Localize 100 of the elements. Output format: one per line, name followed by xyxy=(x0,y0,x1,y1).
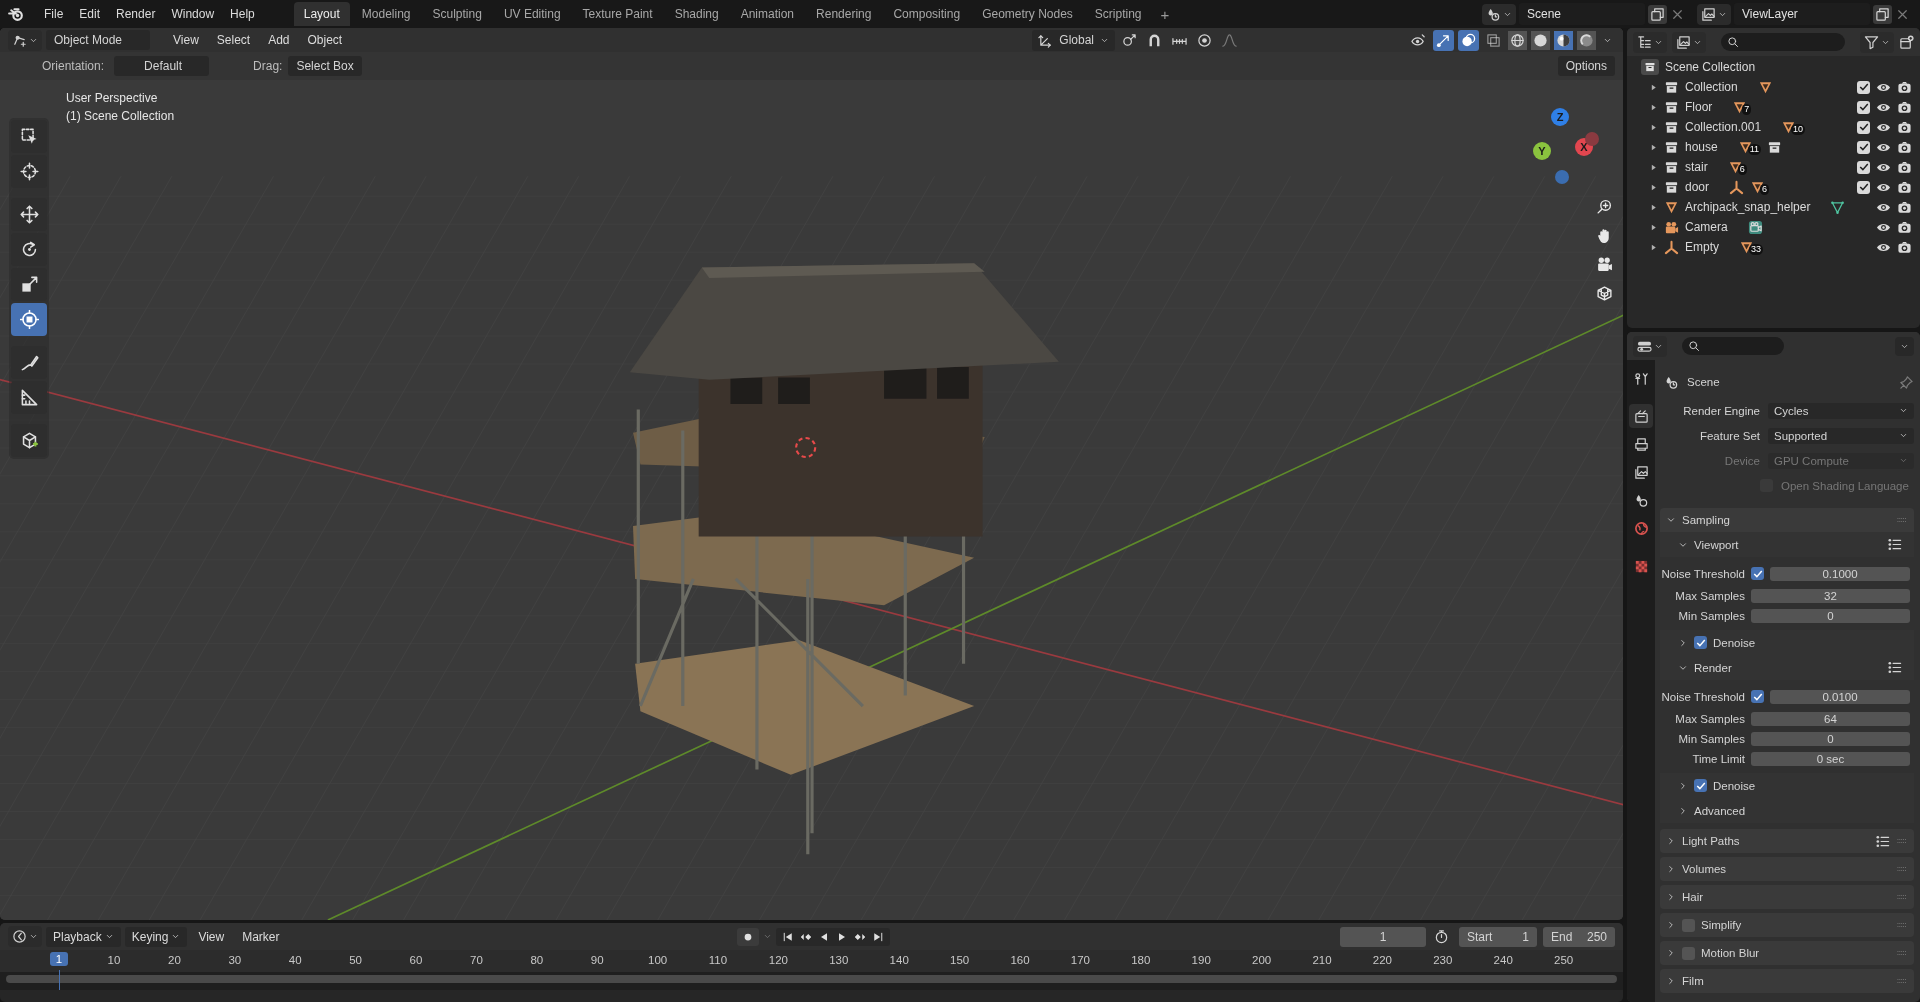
workspace-tab[interactable]: UV Editing xyxy=(493,2,571,26)
menu-item[interactable]: Render xyxy=(109,4,163,24)
triangle-icon[interactable] xyxy=(1757,79,1773,95)
view-layer-field[interactable]: ViewLayer xyxy=(1734,3,1870,25)
checkbox[interactable] xyxy=(1857,80,1870,94)
copy-icon[interactable] xyxy=(1648,4,1667,24)
overlay-toggle-icon[interactable] xyxy=(1458,29,1479,51)
mode-dropdown[interactable]: Object Mode xyxy=(46,30,150,50)
dropdown[interactable]: Cycles xyxy=(1768,402,1914,419)
render-camera-icon[interactable] xyxy=(1897,219,1912,235)
orientation-dropdown[interactable]: Global xyxy=(1032,29,1115,51)
logo-icon[interactable] xyxy=(8,5,25,23)
checkbox[interactable] xyxy=(1857,140,1870,154)
camera-icon[interactable] xyxy=(1596,256,1613,273)
panel-header[interactable]: Simplify xyxy=(1660,913,1914,937)
camera-data-icon[interactable] xyxy=(1747,219,1763,235)
filter-button[interactable] xyxy=(1860,31,1894,53)
outliner-item[interactable]: Floor xyxy=(1685,100,1713,114)
options-dropdown[interactable]: Options xyxy=(1557,56,1615,76)
presets-icon[interactable] xyxy=(1887,537,1902,552)
render-camera-icon[interactable] xyxy=(1897,159,1912,175)
mesh-data-icon[interactable] xyxy=(1830,199,1846,215)
search-field[interactable] xyxy=(1721,33,1845,51)
render-camera-icon[interactable] xyxy=(1897,179,1912,195)
drag-dropdown[interactable]: Select Box xyxy=(288,56,362,76)
outliner-item[interactable]: Camera xyxy=(1685,220,1728,234)
playhead[interactable]: 1 xyxy=(50,952,68,966)
zoom-icon[interactable] xyxy=(1596,198,1613,215)
transform-orientation-dropdown[interactable]: Default xyxy=(114,56,210,76)
scene-browse-button[interactable] xyxy=(1482,3,1516,25)
render-camera-icon[interactable] xyxy=(1897,79,1912,95)
shading-button[interactable] xyxy=(1554,30,1573,50)
render-camera-icon[interactable] xyxy=(1897,139,1912,155)
presets-icon[interactable] xyxy=(1875,833,1890,849)
checkbox[interactable] xyxy=(1857,100,1870,114)
panel-header[interactable]: Sampling xyxy=(1660,508,1914,532)
tool-button[interactable] xyxy=(11,120,47,153)
copy-icon[interactable] xyxy=(1873,4,1892,24)
scene-field[interactable]: Scene xyxy=(1519,3,1645,25)
number-field[interactable]: 0 xyxy=(1751,609,1910,623)
menu-item[interactable]: View xyxy=(191,926,232,947)
checkbox[interactable] xyxy=(1751,567,1764,580)
number-field[interactable]: 0 xyxy=(1751,732,1910,746)
checkbox[interactable] xyxy=(1751,690,1764,703)
outliner-item[interactable]: Collection xyxy=(1685,80,1738,94)
outliner-item[interactable]: door xyxy=(1685,180,1710,194)
end-frame-field[interactable]: End 250 xyxy=(1543,926,1615,947)
menu-item[interactable]: Object xyxy=(300,30,350,50)
scrollbar[interactable] xyxy=(6,975,1617,983)
checkbox[interactable] xyxy=(1682,918,1695,932)
axes-icon[interactable] xyxy=(1729,179,1745,195)
render-camera-icon[interactable] xyxy=(1897,119,1912,135)
menu-item[interactable]: Keying xyxy=(124,926,188,947)
tool-button[interactable] xyxy=(11,268,47,301)
tool-button[interactable] xyxy=(11,303,47,336)
display-mode-button[interactable] xyxy=(1672,31,1706,53)
workspace-tab[interactable]: Scripting xyxy=(1084,2,1152,26)
stopwatch-icon[interactable] xyxy=(1434,929,1449,944)
workspace-tab[interactable]: Geometry Nodes xyxy=(972,2,1083,26)
render-camera-icon[interactable] xyxy=(1897,199,1912,215)
workspace-tab[interactable]: Compositing xyxy=(883,2,971,26)
workspace-tab[interactable]: Texture Paint xyxy=(572,2,663,26)
menu-item[interactable]: Playback xyxy=(46,926,121,947)
workspace-tab[interactable]: Animation xyxy=(730,2,805,26)
panel-header[interactable]: Hair xyxy=(1660,885,1914,909)
checkbox[interactable] xyxy=(1857,160,1870,174)
workspace-tab[interactable]: Sculpting xyxy=(422,2,492,26)
menu-item[interactable]: Select xyxy=(209,30,258,50)
outliner-item[interactable]: house xyxy=(1685,140,1718,154)
outliner-item[interactable]: Scene Collection xyxy=(1665,60,1756,74)
number-field[interactable]: 0 sec xyxy=(1751,752,1910,766)
checkbox[interactable] xyxy=(1682,946,1695,960)
start-frame-field[interactable]: Start 1 xyxy=(1459,926,1537,947)
workspace-tab[interactable]: Modeling xyxy=(351,2,421,26)
outliner-item[interactable]: Archipack_snap_helper xyxy=(1685,200,1811,214)
editor-type-button[interactable] xyxy=(8,926,42,947)
panel-header[interactable]: Light Paths xyxy=(1660,829,1914,853)
shading-button[interactable] xyxy=(1508,30,1527,50)
menu-item[interactable]: View xyxy=(166,30,206,50)
checkbox[interactable] xyxy=(1857,120,1870,134)
jump-start-icon[interactable] xyxy=(781,930,794,943)
view-layer-browse-button[interactable] xyxy=(1697,3,1731,25)
menu-item[interactable]: File xyxy=(37,4,71,24)
editor-type-button[interactable] xyxy=(1633,31,1667,53)
gizmo-toggle-icon[interactable] xyxy=(1433,29,1454,51)
outliner-item[interactable]: Collection.001 xyxy=(1685,120,1762,134)
add-workspace-button[interactable]: + xyxy=(1153,2,1177,26)
menu-item[interactable]: Marker xyxy=(235,926,287,947)
tool-button[interactable] xyxy=(11,198,47,231)
tool-button[interactable] xyxy=(11,424,47,457)
workspace-tab[interactable]: Rendering xyxy=(806,2,882,26)
number-field[interactable]: 0.0100 xyxy=(1770,689,1910,704)
outliner-item[interactable]: Empty xyxy=(1685,240,1719,254)
collection-icon[interactable] xyxy=(1767,139,1783,155)
presets-icon[interactable] xyxy=(1887,660,1902,675)
menu-item[interactable]: Window xyxy=(164,4,222,24)
search-field[interactable] xyxy=(1682,337,1784,355)
render-camera-icon[interactable] xyxy=(1897,99,1912,115)
record-button[interactable] xyxy=(736,927,759,946)
panel-header[interactable]: Motion Blur xyxy=(1660,941,1914,965)
